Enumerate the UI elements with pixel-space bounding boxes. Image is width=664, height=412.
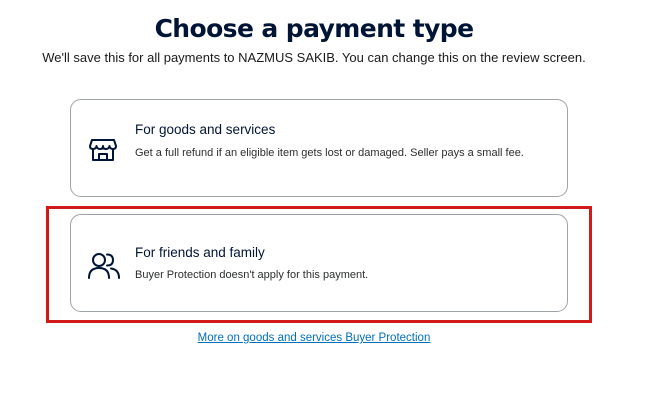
friends-option-description: Buyer Protection doesn't apply for this … bbox=[135, 269, 369, 281]
storefront-icon bbox=[88, 134, 118, 164]
goods-option-description: Get a full refund if an eligible item ge… bbox=[135, 147, 524, 159]
page-subtitle: We'll save this for all payments to NAZM… bbox=[42, 50, 586, 65]
page-title: Choose a payment type bbox=[154, 14, 474, 43]
people-icon bbox=[88, 251, 120, 281]
goods-and-services-option[interactable]: For goods and services Get a full refund… bbox=[70, 99, 568, 197]
friends-and-family-option[interactable]: For friends and family Buyer Protection … bbox=[70, 214, 568, 312]
goods-option-title: For goods and services bbox=[135, 122, 276, 137]
buyer-protection-link[interactable]: More on goods and services Buyer Protect… bbox=[198, 332, 431, 344]
friends-option-title: For friends and family bbox=[135, 245, 265, 260]
buyer-protection-link-container: More on goods and services Buyer Protect… bbox=[0, 332, 628, 344]
